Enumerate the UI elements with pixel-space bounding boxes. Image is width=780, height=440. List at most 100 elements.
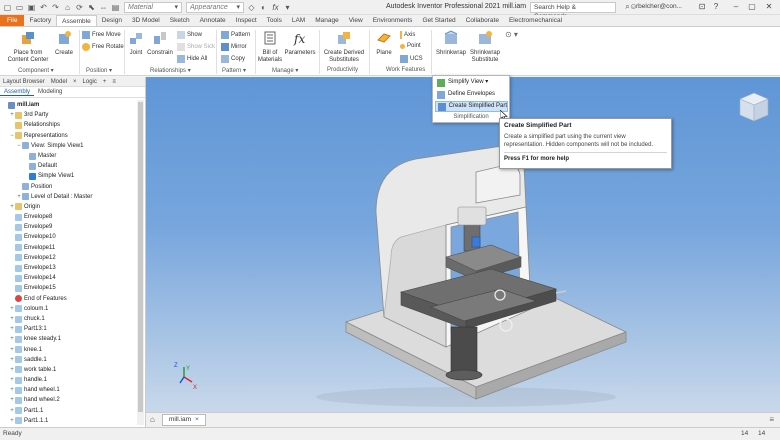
new-file-icon[interactable]: ▢ (3, 3, 12, 12)
tree-item[interactable]: + chuck.1 (0, 314, 136, 324)
tree-scrollbar[interactable] (137, 100, 144, 425)
tab-factory[interactable]: Factory (24, 15, 56, 26)
browser-tab-3[interactable]: Logic (80, 79, 100, 85)
joint-button[interactable]: Joint (126, 29, 146, 57)
tab-3d-model[interactable]: 3D Model (127, 15, 165, 26)
axis-button[interactable]: Axis (400, 31, 415, 39)
tree-item[interactable]: + Origin (0, 202, 136, 212)
tab-get-started[interactable]: Get Started (417, 15, 460, 26)
copy-button[interactable]: Copy (221, 55, 245, 63)
tree-item[interactable]: + saddle.1 (0, 355, 136, 365)
tab-lam[interactable]: LAM (287, 15, 310, 26)
tab-inspect[interactable]: Inspect (231, 15, 262, 26)
minimize-icon[interactable]: – (730, 1, 742, 13)
properties-icon[interactable]: ▤ (111, 3, 120, 12)
tree-item[interactable]: + Part13:1 (0, 324, 136, 334)
define-envelopes-item[interactable]: Define Envelopes (435, 89, 508, 100)
browser-tab-0[interactable]: Layout Browser (0, 79, 48, 85)
tab-manage[interactable]: Manage (310, 15, 344, 26)
tab-annotate[interactable]: Annotate (195, 15, 231, 26)
tree-item[interactable]: + knee steady.1 (0, 334, 136, 344)
component-group-label[interactable]: Component ▾ (18, 67, 54, 74)
tree-item[interactable]: Envelope13 (0, 263, 136, 273)
customize-icon[interactable]: ▾ (283, 3, 292, 12)
tree-item[interactable]: Envelope15 (0, 283, 136, 293)
browser-tab-1[interactable]: Model (48, 79, 70, 85)
home-icon[interactable]: ⌂ (63, 3, 72, 12)
shrinkwrap-substitute-button[interactable]: Shrinkwrap Substitute (468, 29, 502, 64)
tab-environments[interactable]: Environments (368, 15, 418, 26)
create-button[interactable]: Create (52, 29, 76, 57)
shrinkwrap-button[interactable]: Shrinkwrap (434, 29, 468, 57)
tree-item[interactable]: + Part1.1.1 (0, 416, 136, 426)
browser-subtab-modeling[interactable]: Modeling (34, 89, 66, 95)
tree-item[interactable]: − Representations (0, 131, 136, 141)
tree-item[interactable]: + coloum.1 (0, 304, 136, 314)
clear-appearance-icon[interactable]: ◇ (247, 3, 256, 12)
ribbon-options-button[interactable]: ⊙ ▾ (505, 30, 518, 39)
tab-tools[interactable]: Tools (262, 15, 287, 26)
appearance-dropdown[interactable]: Appearance ▾ (186, 1, 244, 13)
plane-button[interactable]: Plane (372, 29, 396, 57)
free-rotate-button[interactable]: Free Rotate (82, 43, 124, 51)
tree-item[interactable]: + hand wheel.2 (0, 395, 136, 405)
tree-item[interactable]: Simple View1 (0, 171, 136, 181)
ucs-button[interactable]: UCS (400, 55, 423, 63)
close-tab-icon[interactable]: × (195, 416, 199, 423)
tree-item[interactable]: + handle.1 (0, 375, 136, 385)
tree-item[interactable]: End of Features (0, 294, 136, 304)
tree-item[interactable]: + knee.1 (0, 345, 136, 355)
tab-sketch[interactable]: Sketch (165, 15, 195, 26)
tab-view[interactable]: View (344, 15, 368, 26)
tree-item[interactable]: Master (0, 151, 136, 161)
tree-item[interactable]: + Level of Detail : Master (0, 192, 136, 202)
tree-item[interactable]: − View: Simple View1 (0, 141, 136, 151)
browser-tab-4[interactable]: + (100, 79, 110, 85)
maximize-icon[interactable]: ▢ (746, 1, 758, 13)
place-content-center-button[interactable]: Place from Content Center (6, 29, 50, 64)
home-tab-icon[interactable]: ⌂ (150, 415, 155, 424)
tree-item[interactable]: Position (0, 182, 136, 192)
tree-item[interactable]: Envelope9 (0, 222, 136, 232)
parameters-button[interactable]: fx Parameters (284, 29, 316, 57)
open-folder-icon[interactable]: ▭ (15, 3, 24, 12)
tree-item[interactable]: Envelope8 (0, 212, 136, 222)
point-button[interactable]: Point (400, 43, 421, 49)
relationships-group-label[interactable]: Relationships ▾ (150, 67, 191, 74)
tree-item[interactable]: Envelope10 (0, 232, 136, 242)
tree-item[interactable]: Relationships (0, 120, 136, 130)
tree-item[interactable]: Envelope12 (0, 253, 136, 263)
close-icon[interactable]: ✕ (763, 1, 775, 13)
tree-item[interactable]: +3rd Party (0, 110, 136, 120)
tab-menu-icon[interactable]: ≡ (769, 415, 774, 424)
tab-assemble[interactable]: Assemble (56, 15, 97, 26)
browser-tab-2[interactable]: × (70, 79, 80, 85)
hide-all-button[interactable]: Hide All (177, 55, 207, 63)
tab-electromechanical[interactable]: Electromechanical (504, 15, 567, 26)
undo-icon[interactable]: ↶ (39, 3, 48, 12)
browser-tab-5[interactable]: ≡ (109, 79, 119, 85)
tree-item[interactable]: mill.iam (0, 100, 136, 110)
mirror-button[interactable]: Mirror (221, 43, 247, 51)
graphics-viewport[interactable]: Z Y X ◎ ✋ ⊕ ⟲ ▣ (146, 77, 780, 412)
help-search-input[interactable]: Search Help & Commands... (530, 2, 616, 20)
update-icon[interactable]: ⟳ (75, 3, 84, 12)
bill-of-materials-button[interactable]: Bill of Materials (257, 29, 283, 64)
manage-group-label[interactable]: Manage ▾ (272, 67, 298, 74)
browser-subtab-assembly[interactable]: Assembly (0, 89, 35, 96)
create-derived-substitutes-button[interactable]: Create Derived Substitutes (321, 29, 367, 64)
redo-icon[interactable]: ↷ (51, 3, 60, 12)
fx-icon[interactable]: fx (271, 3, 280, 12)
show-sick-button[interactable]: Show Sick (177, 43, 215, 51)
tree-item[interactable]: Default (0, 161, 136, 171)
help-icon[interactable]: ? (710, 1, 722, 13)
pattern-button[interactable]: Pattern (221, 31, 250, 39)
constrain-button[interactable]: Constrain (147, 29, 173, 57)
select-icon[interactable]: ⬉ (87, 3, 96, 12)
cart-icon[interactable]: ⊡ (696, 1, 708, 13)
position-group-label[interactable]: Position ▾ (86, 67, 112, 74)
tab-design[interactable]: Design (97, 15, 127, 26)
create-simplified-part-item[interactable]: Create Simplified Part (435, 101, 508, 112)
tree-item[interactable]: + work table.1 (0, 365, 136, 375)
tab-collaborate[interactable]: Collaborate (461, 15, 504, 26)
